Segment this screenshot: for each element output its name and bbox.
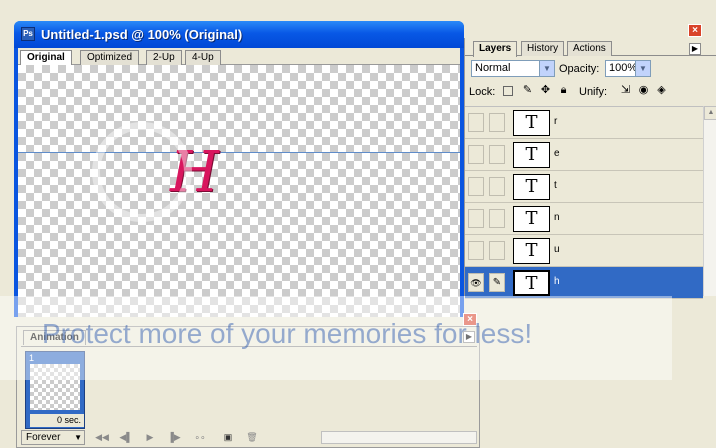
- unify-style-icon[interactable]: ◈: [655, 84, 668, 97]
- visibility-toggle[interactable]: [468, 209, 484, 228]
- delete-frame-icon[interactable]: 🗑︎: [243, 431, 261, 444]
- chevron-down-icon[interactable]: ▼: [635, 61, 650, 76]
- ps-file-icon: Ps: [21, 27, 35, 41]
- tab-original[interactable]: Original: [20, 50, 72, 65]
- text-layer-thumbnail: T: [513, 270, 550, 296]
- brush-icon[interactable]: ✎: [489, 273, 505, 292]
- watermark-banner: Protect more of your memories for less!: [0, 296, 672, 380]
- text-layer-thumbnail: T: [513, 238, 550, 264]
- watermark-text: Protect more of your memories for less!: [42, 318, 533, 349]
- layer-row[interactable]: T t: [465, 171, 703, 203]
- palette-tabs: Layers History Actions ▶: [465, 40, 716, 57]
- text-layer-thumbnail: T: [513, 174, 550, 200]
- layer-link-toggle[interactable]: [489, 241, 505, 260]
- unify-position-icon[interactable]: ⇲: [619, 84, 632, 97]
- opacity-field[interactable]: 100% ▼: [605, 60, 651, 77]
- lock-pixels-brush-icon[interactable]: ✎: [521, 84, 534, 97]
- document-view-tabs: Original Optimized 2-Up 4-Up: [18, 48, 460, 65]
- play-icon[interactable]: ▶: [141, 431, 159, 444]
- chevron-down-icon[interactable]: ▼: [539, 61, 554, 76]
- layer-name: t: [554, 180, 557, 191]
- unify-label: Unify:: [579, 86, 608, 98]
- visibility-toggle[interactable]: [468, 241, 484, 260]
- visibility-toggle[interactable]: [468, 113, 484, 132]
- select-first-frame-icon[interactable]: ◀◀: [93, 431, 111, 444]
- chevron-down-icon[interactable]: ▼: [74, 431, 82, 444]
- visibility-toggle[interactable]: [468, 145, 484, 164]
- tab-4-up[interactable]: 4-Up: [185, 50, 221, 65]
- horizontal-guide[interactable]: [18, 152, 460, 153]
- text-layer-thumbnail: T: [513, 110, 550, 136]
- previous-frame-icon[interactable]: ◀▌: [117, 431, 135, 444]
- layers-scrollbar[interactable]: ▲: [703, 106, 716, 296]
- tab-optimized[interactable]: Optimized: [80, 50, 140, 65]
- document-title: Untitled-1.psd @ 100% (Original): [41, 27, 243, 42]
- blend-mode-value: Normal: [475, 62, 511, 74]
- layer-row[interactable]: T n: [465, 203, 703, 235]
- layer-row[interactable]: T u: [465, 235, 703, 267]
- lock-position-move-icon[interactable]: ✥: [539, 84, 552, 97]
- tab-history[interactable]: History: [521, 41, 565, 56]
- layer-link-toggle[interactable]: [489, 177, 505, 196]
- lock-all-padlock-icon[interactable]: 🔒︎: [557, 84, 570, 97]
- watermark-logo: [92, 122, 192, 222]
- document-title-bar[interactable]: Ps Untitled-1.psd @ 100% (Original): [14, 21, 464, 48]
- lock-transparency-icon[interactable]: [503, 86, 513, 96]
- layer-name: n: [554, 212, 560, 223]
- photoshop-workspace: Ps Untitled-1.psd @ 100% (Original) Orig…: [0, 0, 716, 448]
- layer-list: T r T e T t T n T u 👁︎ ✎ T h: [465, 106, 703, 299]
- layer-link-toggle[interactable]: [489, 209, 505, 228]
- text-layer-thumbnail: T: [513, 206, 550, 232]
- tab-actions[interactable]: Actions: [567, 41, 612, 56]
- layer-name: u: [554, 244, 560, 255]
- next-frame-icon[interactable]: ▐▶: [165, 431, 183, 444]
- layer-row[interactable]: T e: [465, 139, 703, 171]
- document-window: Ps Untitled-1.psd @ 100% (Original) Orig…: [14, 21, 464, 317]
- lock-row: Lock: ✎ ✥ 🔒︎ Unify: ⇲ ◉ ◈: [469, 84, 709, 100]
- opacity-value: 100%: [609, 62, 638, 74]
- layer-name: r: [554, 116, 558, 127]
- close-icon[interactable]: ×: [688, 24, 702, 37]
- animation-controls: Forever ▼ ◀◀ ◀▌ ▶ ▐▶ ∘∘ ▣ 🗑︎: [21, 430, 477, 446]
- document-canvas[interactable]: H: [18, 65, 460, 317]
- layer-name: h: [554, 276, 560, 287]
- loop-options-select[interactable]: Forever ▼: [21, 430, 85, 445]
- visibility-toggle[interactable]: [468, 177, 484, 196]
- unify-visibility-icon[interactable]: ◉: [637, 84, 650, 97]
- frame-delay[interactable]: 0 sec.: [30, 414, 84, 427]
- palette-menu-arrow-icon[interactable]: ▶: [689, 43, 701, 55]
- tab-layers[interactable]: Layers: [473, 41, 518, 57]
- layer-link-toggle[interactable]: [489, 145, 505, 164]
- frames-scrollbar[interactable]: [321, 431, 477, 444]
- lock-label: Lock:: [469, 86, 496, 98]
- blend-mode-select[interactable]: Normal ▼: [471, 60, 555, 77]
- layer-link-toggle[interactable]: [489, 113, 505, 132]
- layer-name: e: [554, 148, 560, 159]
- tween-icon[interactable]: ∘∘: [191, 431, 209, 444]
- scroll-up-icon[interactable]: ▲: [704, 106, 716, 120]
- layer-row[interactable]: T r: [465, 107, 703, 139]
- eye-icon[interactable]: 👁︎: [468, 273, 484, 292]
- duplicate-frame-icon[interactable]: ▣: [219, 431, 237, 444]
- opacity-label: Opacity:: [559, 63, 600, 75]
- loop-option-value: Forever: [26, 432, 61, 443]
- layers-palette: Layers History Actions ▶ Normal ▼ Opacit…: [464, 38, 716, 299]
- layer-row-selected[interactable]: 👁︎ ✎ T h: [465, 267, 703, 299]
- tab-2-up[interactable]: 2-Up: [146, 50, 182, 65]
- text-layer-thumbnail: T: [513, 142, 550, 168]
